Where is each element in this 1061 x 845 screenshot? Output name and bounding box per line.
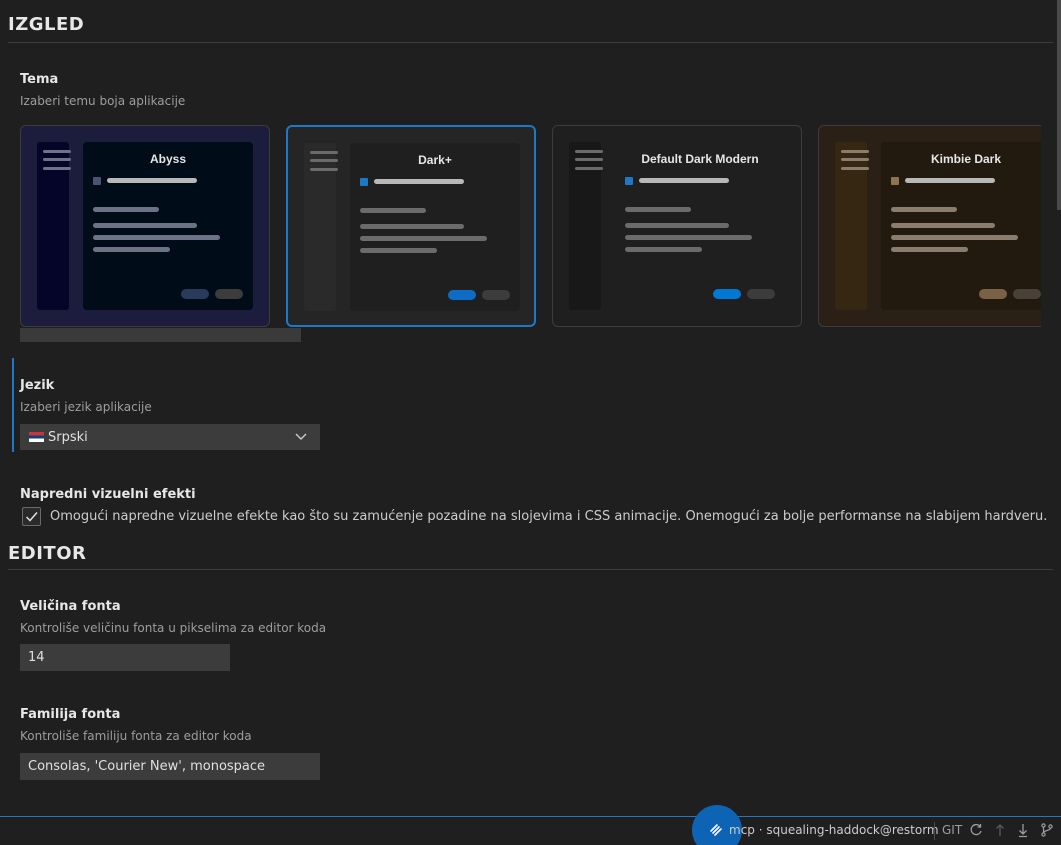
theme-preview-line (93, 247, 170, 252)
section-title-editor: EDITOR (8, 543, 87, 564)
theme-preview-panel: Dark+ (350, 143, 520, 311)
theme-preview-panel: Default Dark Modern (615, 142, 785, 310)
font-size-label: Veličina fonta (20, 599, 121, 614)
effects-checkbox[interactable] (22, 507, 41, 526)
theme-description: Izaberi temu boja aplikacije (20, 94, 186, 108)
theme-label: Tema (20, 72, 59, 87)
theme-preview-button (1013, 289, 1041, 299)
theme-preview-button (747, 289, 775, 299)
section-title-appearance: IZGLED (8, 14, 85, 35)
theme-preview-line (360, 208, 426, 213)
effects-label: Napredni vizuelni efekti (20, 487, 196, 502)
refresh-icon[interactable] (968, 822, 984, 838)
theme-picker-scrollbar[interactable] (20, 328, 301, 342)
theme-name: Default Dark Modern (641, 152, 759, 166)
theme-preview-line (625, 223, 729, 228)
theme-preview-button (181, 289, 209, 299)
theme-preview-button (979, 289, 1007, 299)
theme-picker: Abyss Dark+ Default Dark Modern Kimbie Dark (20, 125, 1041, 327)
pull-arrow-icon[interactable] (1015, 822, 1031, 838)
font-family-label: Familija fonta (20, 707, 121, 722)
section-divider (8, 42, 1053, 43)
focus-indicator (12, 358, 14, 452)
theme-preview-accent (93, 177, 101, 185)
git-label: GIT (942, 823, 963, 837)
section-divider (8, 569, 1053, 570)
theme-name: Abyss (149, 152, 187, 166)
font-size-description: Kontroliše veličinu fonta u pikselima za… (20, 621, 327, 635)
theme-preview-button (448, 290, 476, 300)
theme-preview-panel: Kimbie Dark (881, 142, 1041, 310)
theme-preview-sidebar (569, 142, 603, 310)
theme-preview-line (107, 178, 197, 183)
theme-name: Kimbie Dark (930, 152, 1002, 166)
theme-preview-sidebar (835, 142, 869, 310)
language-select-value: Srpski (48, 429, 88, 445)
git-branch-icon[interactable] (1039, 822, 1055, 838)
font-size-input[interactable] (20, 644, 230, 671)
theme-card[interactable]: Default Dark Modern (552, 125, 802, 327)
theme-preview-line (905, 178, 995, 183)
push-arrow-icon[interactable] (992, 822, 1008, 838)
theme-card[interactable]: Dark+ (286, 125, 536, 327)
theme-preview-sidebar (37, 142, 71, 310)
theme-preview-line (374, 179, 464, 184)
theme-preview-line (891, 207, 957, 212)
link-icon (710, 824, 722, 836)
theme-preview-accent (891, 177, 899, 185)
theme-preview-line (891, 235, 1018, 240)
theme-preview-button (482, 290, 510, 300)
theme-preview-panel: Abyss (83, 142, 253, 310)
effects-checkbox-label: Omogući napredne vizuelne efekte kao što… (50, 509, 1048, 524)
language-description: Izaberi jezik aplikacije (20, 400, 152, 414)
theme-preview-line (93, 223, 197, 228)
theme-preview-button (215, 289, 243, 299)
theme-preview-line (360, 236, 487, 241)
theme-card[interactable]: Kimbie Dark (818, 125, 1041, 327)
theme-preview-line (93, 235, 220, 240)
theme-preview-accent (360, 178, 368, 186)
theme-preview-line (625, 207, 691, 212)
check-icon (25, 512, 38, 522)
theme-preview-line (891, 223, 995, 228)
theme-card[interactable]: Abyss (20, 125, 270, 327)
language-label: Jezik (20, 378, 55, 393)
theme-preview-line (360, 224, 464, 229)
font-family-input[interactable] (20, 753, 320, 780)
theme-preview-line (625, 247, 702, 252)
theme-preview-line (625, 235, 752, 240)
language-select[interactable]: Srpski (20, 424, 320, 450)
theme-preview-line (639, 178, 729, 183)
font-family-description: Kontroliše familiju fonta za editor koda (20, 729, 252, 743)
theme-preview-line (891, 247, 968, 252)
connection-status[interactable]: mcp · squealing-haddock@restorm (729, 823, 939, 837)
vertical-scrollbar[interactable] (1057, 0, 1061, 210)
serbia-flag-icon (29, 432, 44, 442)
theme-name: Dark+ (418, 153, 452, 167)
status-divider (934, 822, 935, 840)
chevron-down-icon (295, 433, 307, 440)
theme-preview-button (713, 289, 741, 299)
theme-preview-accent (625, 177, 633, 185)
theme-preview-line (93, 207, 159, 212)
theme-preview-sidebar (304, 143, 338, 311)
theme-preview-line (360, 248, 437, 253)
